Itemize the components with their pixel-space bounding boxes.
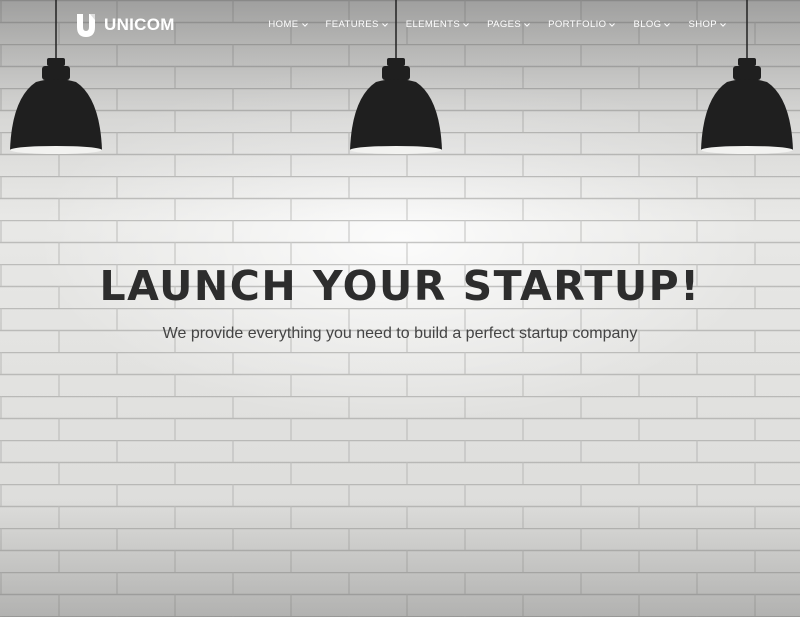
chevron-down-icon xyxy=(609,22,616,27)
nav-item-home[interactable]: HOME xyxy=(268,19,308,30)
chevron-down-icon xyxy=(720,22,726,27)
nav-item-elements[interactable]: ELEMENTS xyxy=(406,19,469,30)
nav-item-label: BLOG xyxy=(633,19,662,30)
brand-logo[interactable]: UNICOM xyxy=(74,12,175,38)
nav-item-label: PORTFOLIO xyxy=(548,19,607,30)
nav-item-label: HOME xyxy=(268,19,299,30)
nav-item-label: PAGES xyxy=(487,19,522,30)
hero-section: UNICOM HOME FEATURES ELEMENTS PAGES PORT… xyxy=(0,0,800,617)
chevron-down-icon xyxy=(463,22,469,27)
top-navbar: UNICOM HOME FEATURES ELEMENTS PAGES PORT… xyxy=(0,0,800,52)
nav-item-pages[interactable]: PAGES xyxy=(487,19,531,30)
hero-headline: LAUNCH YOUR STARTUP! xyxy=(99,262,701,310)
u-logo-icon xyxy=(77,14,95,37)
nav-item-label: FEATURES xyxy=(325,19,379,30)
nav-item-shop[interactable]: SHOP xyxy=(688,19,726,30)
nav-item-label: SHOP xyxy=(688,19,717,30)
nav-item-features[interactable]: FEATURES xyxy=(326,19,388,30)
brand-name: UNICOM xyxy=(104,15,175,34)
chevron-down-icon xyxy=(301,22,308,27)
nav-item-portfolio[interactable]: PORTFOLIO xyxy=(548,19,616,30)
main-menu: HOME FEATURES ELEMENTS PAGES PORTFOLIO B… xyxy=(268,19,726,30)
chevron-down-icon xyxy=(664,22,671,27)
hero-tagline: We provide everything you need to build … xyxy=(162,325,638,342)
nav-item-label: ELEMENTS xyxy=(405,19,461,30)
nav-item-blog[interactable]: BLOG xyxy=(633,19,671,30)
chevron-down-icon xyxy=(524,22,531,27)
chevron-down-icon xyxy=(381,22,388,27)
